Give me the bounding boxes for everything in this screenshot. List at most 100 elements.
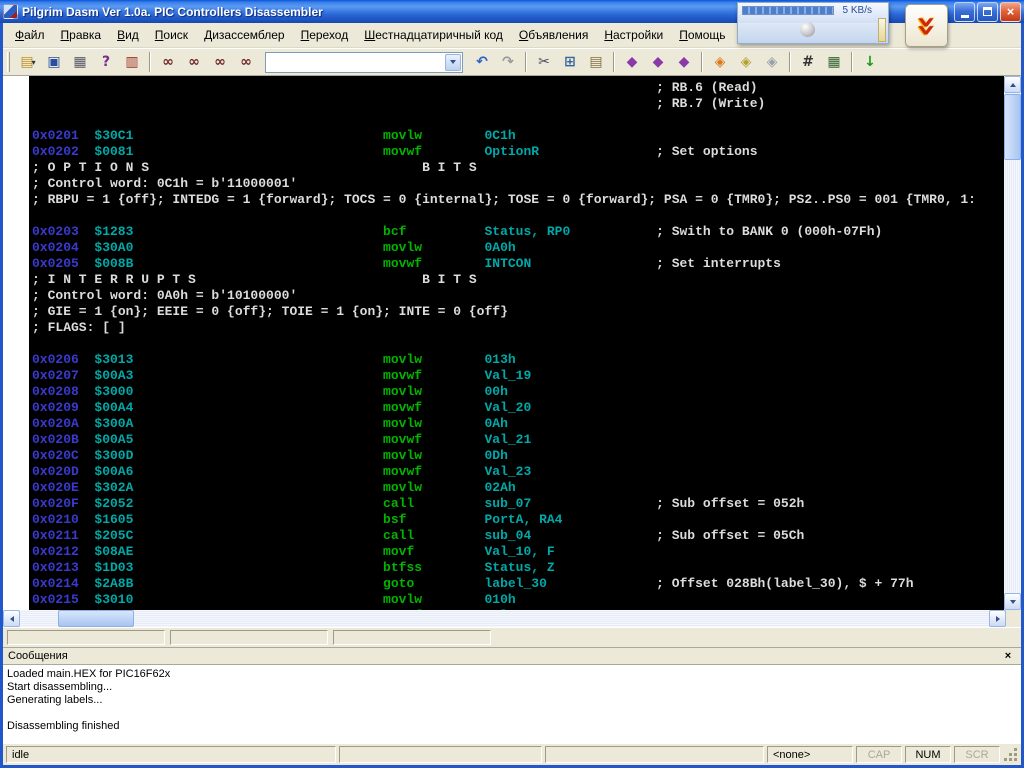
- combobox-dropdown-button[interactable]: [445, 54, 461, 71]
- minimize-button[interactable]: [954, 2, 975, 22]
- print-button[interactable]: ▦: [68, 51, 92, 74]
- find-prev-button[interactable]: ∞: [208, 51, 232, 74]
- message-line: Loaded main.HEX for PIC16F62x: [7, 668, 1017, 681]
- menu-item-4[interactable]: Поиск: [147, 24, 196, 46]
- code-line: [32, 208, 1004, 224]
- scroll-down-button[interactable]: [1004, 593, 1021, 610]
- toolbar-grip[interactable]: [7, 52, 10, 72]
- maximize-button[interactable]: [977, 2, 998, 22]
- hex-code-button[interactable]: #: [796, 51, 820, 74]
- redo-button[interactable]: ↷: [496, 51, 520, 74]
- code-line: ; GIE = 1 {on}; EEIE = 0 {off}; TOIE = 1…: [32, 304, 1004, 320]
- toolbar-separator: [613, 52, 615, 72]
- close-icon: ×: [1007, 5, 1015, 18]
- nav-goto-button[interactable]: ◆: [672, 51, 696, 74]
- copy-button[interactable]: ⊞: [558, 51, 582, 74]
- code-line: ; Control word: 0A0h = b'10100000': [32, 288, 1004, 304]
- combobox-value[interactable]: [266, 55, 445, 70]
- horizontal-scroll-thumb[interactable]: [58, 610, 134, 627]
- menu-item-5[interactable]: Дизассемблер: [196, 24, 293, 46]
- book-button[interactable]: ▥: [120, 51, 144, 74]
- binoculars-next-icon: ∞: [188, 55, 200, 69]
- vertical-scrollbar[interactable]: [1004, 76, 1021, 610]
- code-line: 0x0210$1605bsfPortA, RA4: [32, 512, 1004, 528]
- code-line: ; Control word: 0C1h = b'11000001': [32, 176, 1004, 192]
- indicator-num: NUM: [905, 746, 951, 763]
- menu-item-1[interactable]: Файл: [7, 24, 53, 46]
- speed-widget-edge: [878, 18, 886, 42]
- app-window: Pilgrim Dasm Ver 1.0a. PIC Controllers D…: [0, 0, 1024, 768]
- minimize-icon: [961, 15, 969, 18]
- messages-close-button[interactable]: ×: [1000, 649, 1016, 663]
- status-keyboard-layout: <none>: [767, 746, 853, 763]
- purple-diamond-icon: ◆: [627, 55, 638, 69]
- code-line: ; FLAGS: [ ]: [32, 320, 1004, 336]
- find-all-button[interactable]: ∞: [234, 51, 258, 74]
- toolbar-separator: [149, 52, 151, 72]
- green-arrow-icon: ↓: [864, 55, 876, 69]
- find-button[interactable]: ∞: [156, 51, 180, 74]
- nav-back-button[interactable]: ◆: [620, 51, 644, 74]
- menu-item-6[interactable]: Переход: [293, 24, 357, 46]
- find-next-button[interactable]: ∞: [182, 51, 206, 74]
- question-icon: ?: [102, 55, 110, 69]
- open-file-button[interactable]: ▤▾: [16, 51, 40, 74]
- search-combobox[interactable]: [265, 52, 463, 73]
- code-line: 0x020E$302Amovlw02Ah: [32, 480, 1004, 496]
- binoculars-prev-icon: ∞: [214, 55, 226, 69]
- move-button[interactable]: ◈: [708, 51, 732, 74]
- status-panel: [7, 630, 165, 645]
- status-spacer: [545, 746, 764, 763]
- scroll-left-button[interactable]: [3, 610, 20, 627]
- resize-grip[interactable]: [1003, 746, 1019, 763]
- message-line: Disassembling finished: [7, 720, 1017, 733]
- message-line: Start disassembling...: [7, 681, 1017, 694]
- window-controls: ×: [954, 2, 1021, 22]
- code-line: 0x020C$300Dmovlw0Dh: [32, 448, 1004, 464]
- horizontal-scroll-track[interactable]: [20, 610, 989, 627]
- maximize-icon: [983, 7, 992, 16]
- speed-orb-icon: [800, 22, 815, 37]
- save-button[interactable]: ▣: [42, 51, 66, 74]
- declarations-button[interactable]: ▦: [822, 51, 846, 74]
- chip-icon: ▦: [827, 55, 840, 69]
- gold-diamond-icon: ◈: [741, 55, 752, 69]
- code-line: 0x0209$00A4movwfVal_20: [32, 400, 1004, 416]
- scroll-up-button[interactable]: [1004, 76, 1021, 93]
- vertical-scroll-track[interactable]: [1004, 93, 1021, 593]
- speed-widget: 5 KB/s: [737, 2, 889, 44]
- help-button[interactable]: ?: [94, 51, 118, 74]
- indicator-cap: CAP: [856, 746, 902, 763]
- jump-offset-button[interactable]: ◈: [734, 51, 758, 74]
- vertical-scroll-thumb[interactable]: [1004, 94, 1021, 160]
- menu-item-9[interactable]: Настройки: [596, 24, 671, 46]
- close-button[interactable]: ×: [1000, 2, 1021, 22]
- menu-item-3[interactable]: Вид: [109, 24, 147, 46]
- scroll-right-button[interactable]: [989, 610, 1006, 627]
- jump-label-button[interactable]: ◈: [760, 51, 784, 74]
- code-line: [32, 336, 1004, 352]
- download-manager-icon[interactable]: »: [905, 4, 948, 47]
- arrow-down-icon: [1010, 600, 1016, 604]
- disassembly-listing[interactable]: ; RB.6 (Read); RB.7 (Write)0x0201$30C1mo…: [29, 76, 1004, 610]
- printer-icon: ▦: [73, 55, 86, 69]
- undo-button[interactable]: ↶: [470, 51, 494, 74]
- horizontal-scrollbar[interactable]: [3, 610, 1021, 627]
- binoculars-icon: ∞: [162, 55, 174, 69]
- status-panel: [170, 630, 328, 645]
- code-line: 0x020F$2052callsub_07; Sub offset = 052h: [32, 496, 1004, 512]
- toolbar-separator: [701, 52, 703, 72]
- run-button[interactable]: ↓: [858, 51, 882, 74]
- toolbar-separator: [789, 52, 791, 72]
- cut-button[interactable]: ✂: [532, 51, 556, 74]
- paste-button[interactable]: ▤: [584, 51, 608, 74]
- redo-icon: ↷: [502, 55, 514, 69]
- code-line: 0x0212$08AEmovfVal_10, F: [32, 544, 1004, 560]
- menu-item-10[interactable]: Помощь: [671, 24, 733, 46]
- menu-item-2[interactable]: Правка: [53, 24, 110, 46]
- scissors-icon: ✂: [538, 55, 550, 69]
- nav-forward-button[interactable]: ◆: [646, 51, 670, 74]
- menu-item-7[interactable]: Шестнадцатиричный код: [356, 24, 511, 46]
- messages-title: Сообщения: [8, 650, 1000, 662]
- menu-item-8[interactable]: Объявления: [511, 24, 596, 46]
